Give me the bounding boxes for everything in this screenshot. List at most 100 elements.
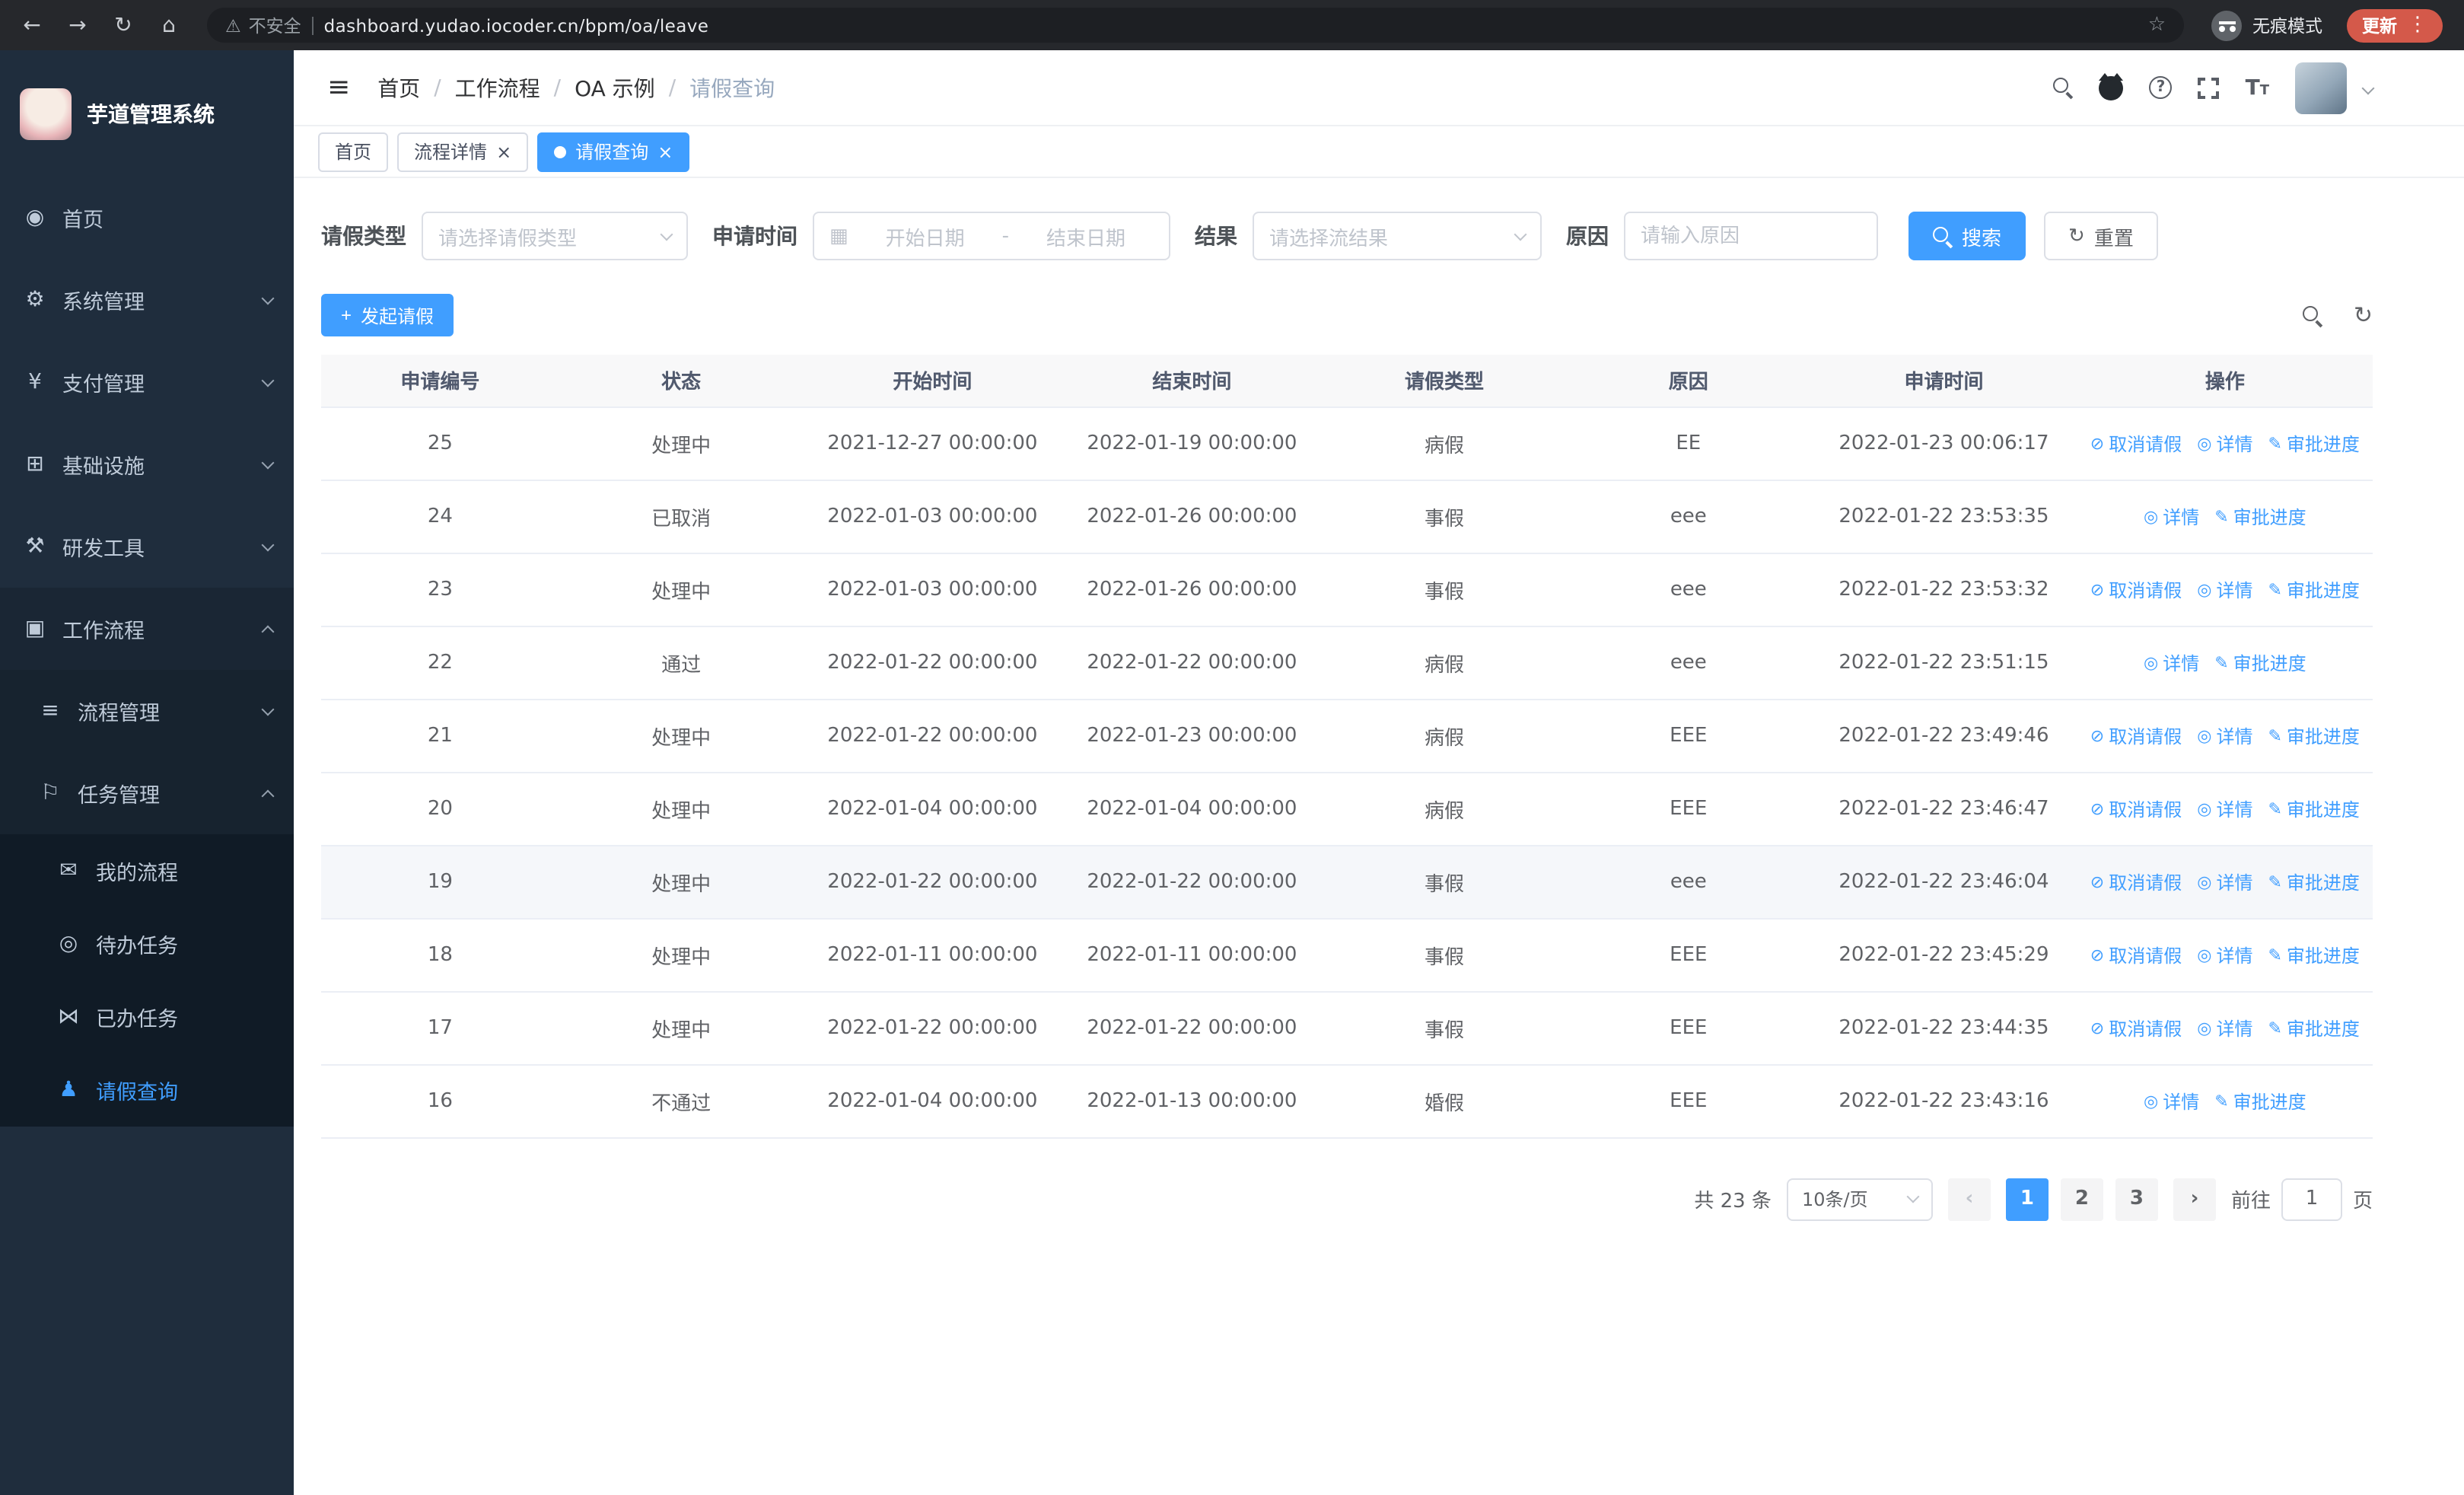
cell-status: 处理中 <box>559 699 804 773</box>
edit-icon: ✎ <box>2268 872 2282 891</box>
action-detail-link[interactable]: ◎ 详情 <box>2197 942 2252 967</box>
sidebar-collapse-icon[interactable]: ≡ <box>318 72 359 104</box>
action-detail-link[interactable]: ◎ 详情 <box>2197 576 2252 602</box>
sidebar-item-payment[interactable]: ¥ 支付管理 <box>0 341 294 423</box>
dashboard-icon: ◉ <box>25 206 45 230</box>
breadcrumb-item[interactable]: 首页 <box>377 72 420 103</box>
page-1-button[interactable]: 1 <box>2005 1178 2049 1220</box>
github-icon[interactable] <box>2099 72 2124 100</box>
page-size-select[interactable]: 10条/页 <box>1786 1178 1933 1220</box>
cell-end: 2022-01-22 00:00:00 <box>1062 626 1323 700</box>
eye-icon: ◎ <box>2197 1018 2212 1038</box>
toggle-search-icon[interactable] <box>2303 305 2323 325</box>
breadcrumb-item[interactable]: 工作流程 <box>455 72 540 103</box>
action-label: 审批进度 <box>2286 872 2360 893</box>
cell-apply_time: 2022-01-22 23:53:35 <box>1810 480 2077 553</box>
result-select[interactable]: 请选择流结果 <box>1253 212 1542 260</box>
action-progress-link[interactable]: ✎ 审批进度 <box>2268 1015 2359 1041</box>
sidebar-item-infrastructure[interactable]: ⊞ 基础设施 <box>0 423 294 505</box>
eye-icon: ◎ <box>2143 652 2159 672</box>
action-cancel-link[interactable]: ⊘ 取消请假 <box>2090 1015 2182 1041</box>
close-icon[interactable]: × <box>496 142 511 161</box>
action-cancel-link[interactable]: ⊘ 取消请假 <box>2090 942 2182 967</box>
action-progress-link[interactable]: ✎ 审批进度 <box>2268 942 2359 967</box>
action-detail-link[interactable]: ◎ 详情 <box>2144 649 2199 675</box>
cell-type: 事假 <box>1322 845 1567 919</box>
create-leave-button[interactable]: + 发起请假 <box>321 294 454 336</box>
apply-time-range-picker[interactable]: ▦ 开始日期 - 结束日期 <box>813 212 1170 260</box>
action-progress-link[interactable]: ✎ 审批进度 <box>2214 503 2306 529</box>
sidebar-item-workflow[interactable]: ▣ 工作流程 <box>0 588 294 670</box>
action-cancel-link[interactable]: ⊘ 取消请假 <box>2090 795 2182 821</box>
reload-icon[interactable]: ↻ <box>103 5 143 45</box>
page-3-button[interactable]: 3 <box>2115 1178 2158 1220</box>
action-detail-link[interactable]: ◎ 详情 <box>2197 722 2252 748</box>
incognito-badge: 无痕模式 <box>2211 10 2322 40</box>
action-detail-link[interactable]: ◎ 详情 <box>2144 503 2199 529</box>
goto-page-input[interactable] <box>2281 1178 2342 1220</box>
action-detail-link[interactable]: ◎ 详情 <box>2197 430 2252 456</box>
chevron-down-icon[interactable] <box>2361 81 2375 94</box>
page-list: 123 <box>2005 1178 2158 1220</box>
action-progress-link[interactable]: ✎ 审批进度 <box>2268 795 2359 821</box>
tab-leave-query[interactable]: 请假查询 × <box>537 132 690 171</box>
sidebar-item-todo-tasks[interactable]: ◎ 待办任务 <box>0 907 294 980</box>
cell-reason: EEE <box>1566 918 1811 992</box>
tab-home[interactable]: 首页 <box>318 132 389 171</box>
action-cancel-link[interactable]: ⊘ 取消请假 <box>2090 722 2182 748</box>
browser-menu-icon[interactable]: ⋮ <box>2408 14 2427 37</box>
sidebar-item-process-mgmt[interactable]: ≡ 流程管理 <box>0 670 294 752</box>
close-icon[interactable]: × <box>657 142 673 161</box>
address-bar[interactable]: ⚠ 不安全 dashboard.yudao.iocoder.cn/bpm/oa/… <box>207 8 2184 43</box>
action-cancel-link[interactable]: ⊘ 取消请假 <box>2090 576 2182 602</box>
sidebar-item-task-mgmt[interactable]: ⚐ 任务管理 <box>0 752 294 834</box>
filter-form: 请假类型 请选择请假类型 申请时间 ▦ 开始日期 - 结束日期 结果 请选择流结 <box>321 212 2373 260</box>
breadcrumb-item[interactable]: OA 示例 <box>575 72 655 103</box>
action-detail-link[interactable]: ◎ 详情 <box>2144 1088 2199 1114</box>
font-size-icon[interactable]: TT <box>2246 75 2269 100</box>
security-status[interactable]: ⚠ 不安全 <box>225 13 301 37</box>
home-icon[interactable]: ⌂ <box>149 5 189 45</box>
plus-icon: + <box>341 304 352 326</box>
action-progress-link[interactable]: ✎ 审批进度 <box>2214 649 2306 675</box>
sidebar-item-home[interactable]: ◉ 首页 <box>0 177 294 259</box>
reason-label: 原因 <box>1566 225 1609 250</box>
sidebar-item-system[interactable]: ⚙ 系统管理 <box>0 259 294 341</box>
reason-input[interactable] <box>1641 225 1861 247</box>
search-icon[interactable] <box>2053 78 2074 97</box>
forward-icon[interactable]: → <box>58 5 97 45</box>
fullscreen-icon[interactable] <box>2196 75 2221 100</box>
browser-update-button[interactable]: 更新 ⋮ <box>2347 8 2443 42</box>
tab-process-detail[interactable]: 流程详情 × <box>397 132 529 171</box>
url-text[interactable]: dashboard.yudao.iocoder.cn/bpm/oa/leave <box>324 14 709 36</box>
action-progress-link[interactable]: ✎ 审批进度 <box>2268 722 2359 748</box>
bookmark-star-icon[interactable]: ☆ <box>2148 14 2166 37</box>
sidebar-item-dev-tools[interactable]: ⚒ 研发工具 <box>0 505 294 588</box>
sidebar-item-label: 流程管理 <box>78 702 160 726</box>
action-progress-link[interactable]: ✎ 审批进度 <box>2268 869 2359 894</box>
next-page-button[interactable]: › <box>2173 1178 2216 1220</box>
search-button[interactable]: 搜索 <box>1908 212 2026 260</box>
page-2-button[interactable]: 2 <box>2060 1178 2103 1220</box>
refresh-table-icon[interactable]: ↻ <box>2354 301 2373 329</box>
font-size-small: T <box>2259 83 2269 98</box>
action-cancel-link[interactable]: ⊘ 取消请假 <box>2090 869 2182 894</box>
prev-page-button[interactable]: ‹ <box>1947 1178 1991 1220</box>
action-detail-link[interactable]: ◎ 详情 <box>2197 869 2252 894</box>
leave-type-select[interactable]: 请选择请假类型 <box>422 212 688 260</box>
calendar-icon: ▦ <box>829 225 848 247</box>
sidebar-item-leave-query[interactable]: ♟ 请假查询 <box>0 1054 294 1127</box>
reset-button[interactable]: ↻ 重置 <box>2044 212 2158 260</box>
action-progress-link[interactable]: ✎ 审批进度 <box>2268 576 2359 602</box>
action-detail-link[interactable]: ◎ 详情 <box>2197 1015 2252 1041</box>
action-progress-link[interactable]: ✎ 审批进度 <box>2268 430 2359 456</box>
back-icon[interactable]: ← <box>12 5 52 45</box>
help-icon[interactable]: ? <box>2149 76 2173 99</box>
sidebar-item-done-tasks[interactable]: ⋈ 已办任务 <box>0 980 294 1054</box>
action-cancel-link[interactable]: ⊘ 取消请假 <box>2090 430 2182 456</box>
action-detail-link[interactable]: ◎ 详情 <box>2197 795 2252 821</box>
avatar[interactable] <box>2295 62 2347 113</box>
sidebar-item-my-process[interactable]: ✉ 我的流程 <box>0 834 294 907</box>
action-progress-link[interactable]: ✎ 审批进度 <box>2214 1088 2306 1114</box>
edit-icon: ✎ <box>2268 799 2282 818</box>
